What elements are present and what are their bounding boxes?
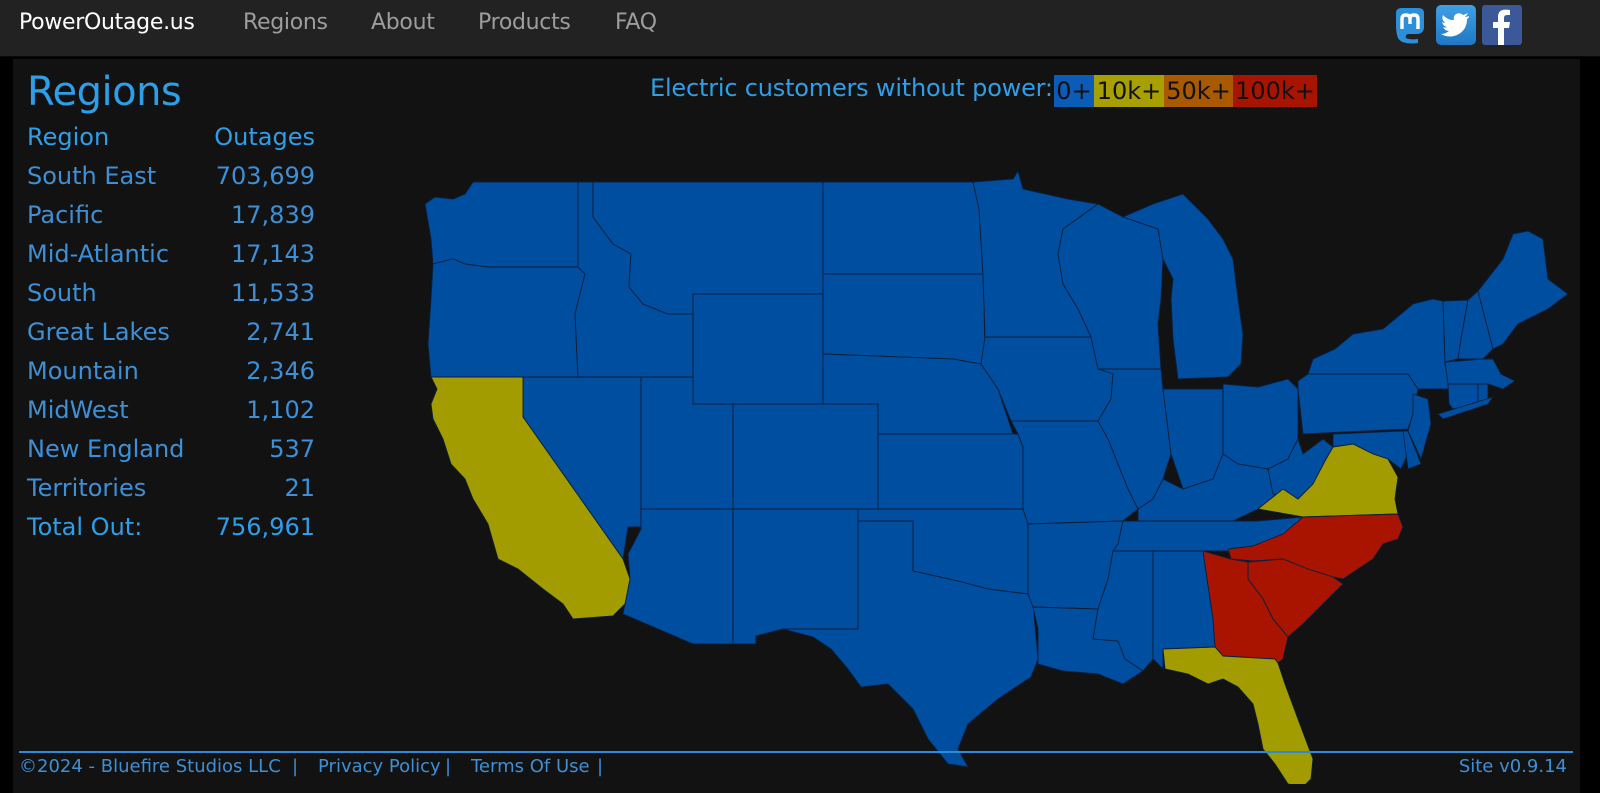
region-outages: 537 <box>269 435 315 463</box>
state-wyoming <box>692 293 824 405</box>
total-row: Total Out: 756,961 <box>27 513 315 552</box>
state-kansas <box>877 433 1024 510</box>
regions-table: Region Outages South East 703,699 Pacific 1… <box>27 123 315 552</box>
nav-about[interactable]: About <box>371 10 435 35</box>
legend-0plus: 0+ <box>1054 75 1094 107</box>
state-north-dakota <box>822 181 984 275</box>
state-ohio <box>1222 378 1299 470</box>
region-name[interactable]: Pacific <box>27 201 103 229</box>
region-name[interactable]: Great Lakes <box>27 318 170 346</box>
page-title: Regions <box>27 69 182 115</box>
legend-50k: 50k+ <box>1164 75 1233 107</box>
total-value: 756,961 <box>215 513 315 541</box>
state-pennsylvania <box>1297 373 1419 435</box>
region-name[interactable]: South <box>27 279 97 307</box>
footer-separator: | <box>597 756 604 777</box>
header-outages: Outages <box>214 123 315 151</box>
facebook-icon <box>1493 9 1510 46</box>
state-oregon <box>427 258 586 378</box>
region-row[interactable]: Great Lakes 2,741 <box>27 318 315 357</box>
legend-10k: 10k+ <box>1094 75 1164 107</box>
top-navbar: PowerOutage.us Regions About Products FA… <box>0 0 1600 57</box>
total-label: Total Out: <box>27 513 143 541</box>
state-colorado <box>732 403 879 510</box>
twitter-icon <box>1441 13 1469 37</box>
region-name[interactable]: MidWest <box>27 396 129 424</box>
region-outages: 2,346 <box>246 357 315 385</box>
brand-link[interactable]: PowerOutage.us <box>19 10 195 35</box>
region-row[interactable]: Territories 21 <box>27 474 315 513</box>
region-name[interactable]: Mid-Atlantic <box>27 240 169 268</box>
nav-faq[interactable]: FAQ <box>615 10 657 35</box>
region-row[interactable]: Pacific 17,839 <box>27 201 315 240</box>
legend-100k: 100k+ <box>1233 75 1317 107</box>
copyright-text: ©2024 - Bluefire Studios LLC <box>19 756 281 777</box>
region-outages: 703,699 <box>215 162 315 190</box>
state-south-dakota <box>822 273 986 365</box>
privacy-policy-link[interactable]: Privacy Policy <box>318 756 441 777</box>
state-washington <box>424 181 579 268</box>
table-header: Region Outages <box>27 123 315 162</box>
facebook-link[interactable] <box>1482 5 1522 46</box>
state-arizona <box>622 508 734 645</box>
state-florida <box>1162 646 1314 784</box>
site-version: Site v0.9.14 <box>1458 756 1567 777</box>
nav-products[interactable]: Products <box>478 10 571 35</box>
region-name[interactable]: Territories <box>27 474 146 502</box>
footer-separator: | <box>445 756 452 777</box>
region-outages: 11,533 <box>231 279 315 307</box>
region-outages: 17,143 <box>231 240 315 268</box>
us-outage-map <box>424 169 1569 784</box>
region-name[interactable]: South East <box>27 162 156 190</box>
region-row[interactable]: Mid-Atlantic 17,143 <box>27 240 315 279</box>
terms-of-use-link[interactable]: Terms Of Use <box>471 756 590 777</box>
region-name[interactable]: New England <box>27 435 184 463</box>
main-panel: Regions Region Outages South East 703,699… <box>13 59 1580 793</box>
region-row[interactable]: New England 537 <box>27 435 315 474</box>
state-maine <box>1477 230 1569 350</box>
region-outages: 21 <box>284 474 315 502</box>
footer-divider <box>19 751 1573 753</box>
region-outages: 2,741 <box>246 318 315 346</box>
mastodon-link[interactable] <box>1390 5 1430 45</box>
header-region: Region <box>27 123 110 151</box>
region-row[interactable]: Mountain 2,346 <box>27 357 315 396</box>
twitter-link[interactable] <box>1436 5 1476 45</box>
state-indiana <box>1162 388 1224 490</box>
region-row[interactable]: South East 703,699 <box>27 162 315 201</box>
region-outages: 1,102 <box>246 396 315 424</box>
state-new-mexico <box>732 508 859 645</box>
region-row[interactable]: South 11,533 <box>27 279 315 318</box>
region-name[interactable]: Mountain <box>27 357 139 385</box>
region-outages: 17,839 <box>231 201 315 229</box>
nav-regions[interactable]: Regions <box>243 10 328 35</box>
mastodon-icon <box>1396 8 1424 44</box>
footer-separator: | <box>292 756 299 777</box>
legend-label: Electric customers without power: <box>650 74 1053 102</box>
region-row[interactable]: MidWest 1,102 <box>27 396 315 435</box>
